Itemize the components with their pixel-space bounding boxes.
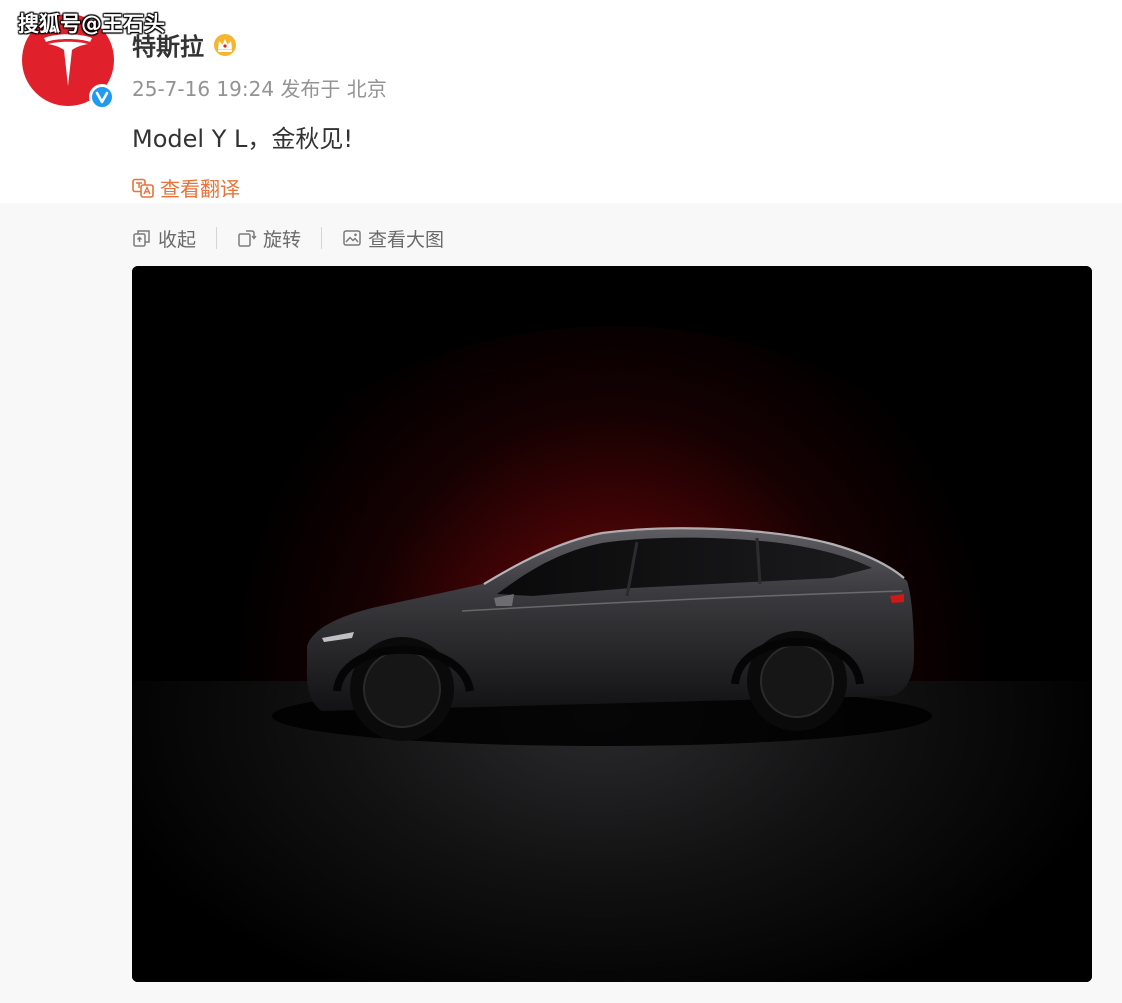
post-text: Model Y L，金秋见! — [132, 125, 353, 153]
view-large-button[interactable]: 查看大图 — [342, 225, 444, 252]
toolbar-divider — [321, 227, 323, 249]
media-toolbar: 收起 旋转 查看大图 — [132, 223, 444, 253]
post-image[interactable] — [132, 266, 1092, 982]
weibo-post: 搜狐号@王石头 特斯拉 25-7-16 19:24 发布于 北京 Model Y… — [0, 0, 1122, 1003]
toolbar-divider — [216, 227, 218, 249]
post-time[interactable]: 25-7-16 19:24 — [132, 77, 274, 101]
post-meta: 25-7-16 19:24 发布于 北京 — [132, 73, 387, 102]
collapse-button[interactable]: 收起 — [132, 225, 196, 252]
translate-button[interactable]: 查看翻译 — [132, 173, 240, 202]
translate-icon — [132, 178, 154, 198]
tesla-logo-icon — [44, 34, 92, 86]
collapse-icon — [133, 230, 150, 247]
post-location: 发布于 北京 — [280, 77, 387, 101]
watermark: 搜狐号@王石头 — [18, 12, 165, 36]
rotate-button[interactable]: 旋转 — [237, 225, 301, 252]
view-large-label: 查看大图 — [368, 228, 445, 251]
car-silhouette-image — [132, 266, 1092, 982]
translate-label: 查看翻译 — [160, 177, 240, 201]
verified-badge-icon — [89, 84, 115, 110]
view-large-icon — [343, 230, 361, 246]
collapse-label: 收起 — [158, 228, 197, 251]
rotate-icon — [238, 230, 257, 247]
rotate-label: 旋转 — [263, 228, 302, 251]
crown-badge-icon[interactable] — [212, 32, 238, 58]
